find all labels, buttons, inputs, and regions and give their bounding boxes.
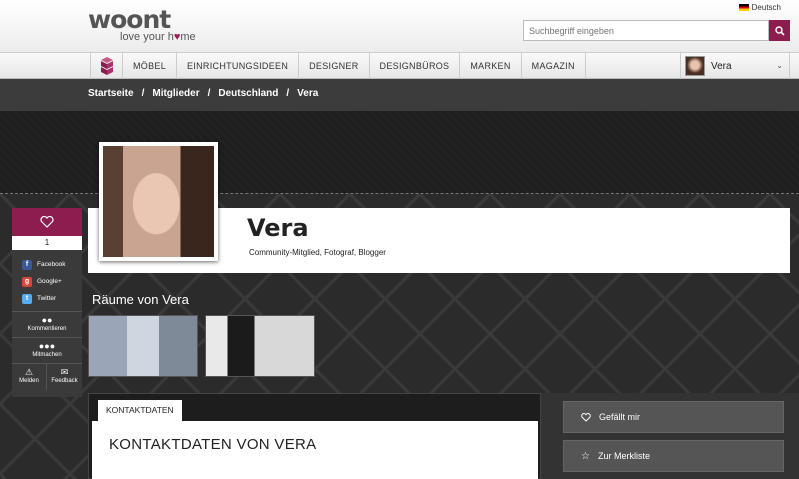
language-selector[interactable]: Deutsch xyxy=(738,3,781,12)
breadcrumb-bar: Startseite / Mitglieder / Deutschland / … xyxy=(0,79,799,111)
wishlist-button[interactable]: ☆ Zur Merkliste xyxy=(563,440,784,472)
feedback-button[interactable]: ✉ Feedback xyxy=(47,364,82,390)
avatar xyxy=(685,56,705,76)
breadcrumb-current: Vera xyxy=(297,88,319,99)
nav-moebel[interactable]: MÖBEL xyxy=(123,53,178,79)
home-cube-icon xyxy=(100,57,113,75)
mail-icon: ✉ xyxy=(60,367,69,377)
logo-tagline: love your h♥me xyxy=(120,31,196,43)
share-facebook[interactable]: f Facebook xyxy=(22,256,82,273)
tab-kontaktdaten[interactable]: KONTAKTDATEN xyxy=(98,400,182,421)
googleplus-icon: g xyxy=(22,276,32,287)
twitter-icon: t xyxy=(22,293,32,304)
share-googleplus[interactable]: g Google+ xyxy=(22,273,82,290)
breadcrumb-mitglieder[interactable]: Mitglieder xyxy=(152,88,199,99)
star-icon: ☆ xyxy=(581,450,590,462)
join-button[interactable]: ●●● Mitmachen xyxy=(12,338,82,364)
breadcrumb-deutschland[interactable]: Deutschland xyxy=(218,88,278,99)
like-action-button[interactable]: Gefällt mir xyxy=(563,401,784,433)
share-twitter[interactable]: t Twitter xyxy=(22,290,82,307)
like-count: 1 xyxy=(12,236,82,250)
breadcrumb: Startseite / Mitglieder / Deutschland / … xyxy=(88,88,318,99)
facebook-icon: f xyxy=(22,259,32,270)
top-header: woont love your h♥me Deutsch xyxy=(0,0,799,52)
breadcrumb-startseite[interactable]: Startseite xyxy=(88,88,134,99)
nav-einrichtungsideen[interactable]: EINRICHTUNGSIDEEN xyxy=(177,53,300,79)
nav-designer[interactable]: DESIGNER xyxy=(299,53,370,79)
nav-marken[interactable]: MARKEN xyxy=(460,53,522,79)
warning-icon: ⚠ xyxy=(24,367,34,377)
room-thumbnail[interactable] xyxy=(205,315,315,377)
home-button[interactable] xyxy=(90,53,123,79)
like-button[interactable] xyxy=(12,208,82,236)
share-links: f Facebook g Google+ t Twitter xyxy=(12,250,82,312)
rooms-title: Räume von Vera xyxy=(92,292,189,307)
breadcrumb-separator: / xyxy=(141,88,145,99)
logo-word: woont xyxy=(88,5,171,34)
search-input[interactable] xyxy=(523,20,769,41)
search-button[interactable] xyxy=(769,20,790,41)
report-button[interactable]: ⚠ Melden xyxy=(12,364,47,390)
breadcrumb-separator: / xyxy=(207,88,211,99)
main-nav: MÖBEL EINRICHTUNGSIDEEN DESIGNER DESIGNB… xyxy=(0,52,799,79)
share-sidebar: 1 f Facebook g Google+ t Twitter ●● Komment… xyxy=(12,208,82,397)
comment-button[interactable]: ●● Kommentieren xyxy=(12,312,82,338)
room-thumbnail[interactable] xyxy=(88,315,198,377)
user-name: Vera xyxy=(711,60,732,72)
profile-name: Vera xyxy=(247,214,309,242)
search-icon xyxy=(774,25,785,36)
woont-logo[interactable]: woont love your h♥me xyxy=(88,5,196,44)
nav-magazin[interactable]: MAGAZIN xyxy=(522,53,586,79)
group-icon: ●●● xyxy=(38,341,56,351)
heart-outline-icon xyxy=(40,216,54,228)
heart-outline-icon xyxy=(581,412,591,422)
content-heading: KONTAKTDATEN VON VERA xyxy=(109,436,317,453)
user-menu[interactable]: Vera ⌄ xyxy=(680,53,790,79)
chevron-down-icon: ⌄ xyxy=(776,61,783,70)
german-flag-icon xyxy=(738,4,749,11)
profile-roles: Community-Mitglied, Fotograf, Blogger xyxy=(249,248,386,257)
nav-designbueros[interactable]: DESIGNBÜROS xyxy=(370,53,461,79)
profile-photo xyxy=(103,146,214,257)
comment-icon: ●● xyxy=(41,315,53,325)
breadcrumb-separator: / xyxy=(286,88,290,99)
profile-avatar xyxy=(99,142,218,261)
